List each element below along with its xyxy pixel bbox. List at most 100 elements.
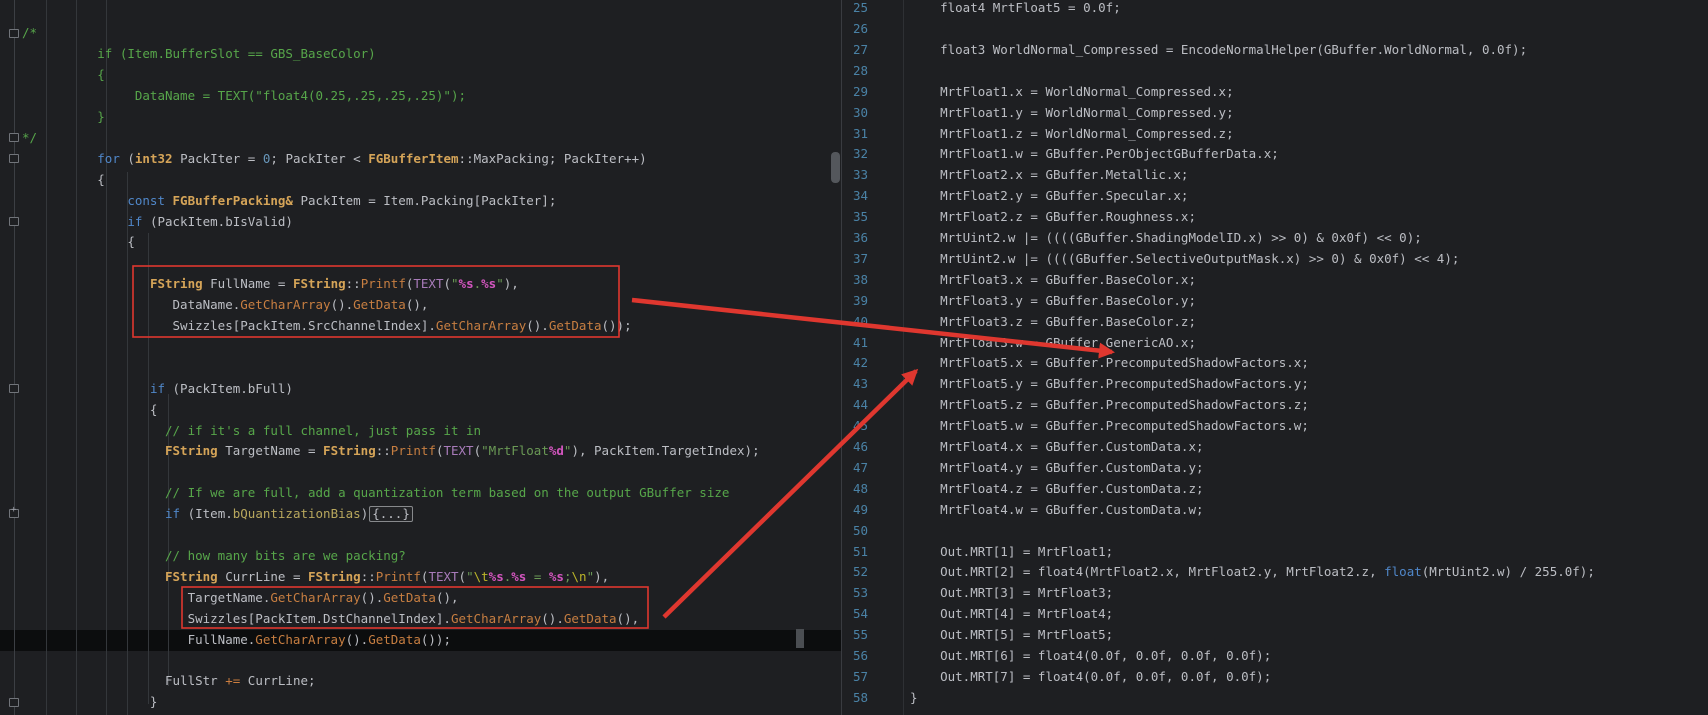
code-line[interactable]: MrtFloat1.y = WorldNormal_Compressed.y; (910, 103, 1234, 124)
line-number[interactable]: 52 (842, 562, 868, 583)
line-number[interactable]: 25 (842, 0, 868, 19)
fold-marker-expanded-icon[interactable] (9, 154, 19, 163)
code-line[interactable]: MrtFloat4.z = GBuffer.CustomData.z; (910, 479, 1204, 500)
code-line[interactable]: FString TargetName = FString::Printf(TEX… (22, 441, 760, 462)
code-line[interactable]: float4 MrtFloat5 = 0.0f; (910, 0, 1121, 19)
code-line[interactable]: Out.MRT[2] = float4(MrtFloat2.x, MrtFloa… (910, 562, 1595, 583)
code-line[interactable]: for (int32 PackIter = 0; PackIter < FGBu… (22, 149, 647, 170)
code-line[interactable]: float3 WorldNormal_Compressed = EncodeNo… (910, 40, 1527, 61)
code-line[interactable]: { (22, 170, 105, 191)
line-number[interactable]: 31 (842, 124, 868, 145)
code-line[interactable]: Swizzles[PackItem.SrcChannelIndex].GetCh… (22, 316, 632, 337)
code-line[interactable]: MrtFloat4.x = GBuffer.CustomData.x; (910, 437, 1204, 458)
left-scrollbar-thumb[interactable] (831, 152, 840, 183)
code-line[interactable]: } (22, 692, 157, 713)
fold-marker-collapsed-plus-icon[interactable]: + (9, 509, 19, 518)
code-line[interactable]: if (PackItem.bIsValid) (22, 212, 293, 233)
code-line[interactable]: MrtFloat3.y = GBuffer.BaseColor.y; (910, 291, 1196, 312)
code-line[interactable]: FullName.GetCharArray().GetData()); (22, 630, 451, 651)
line-number[interactable]: 47 (842, 458, 868, 479)
line-number[interactable]: 38 (842, 270, 868, 291)
code-line[interactable]: // how many bits are we packing? (22, 546, 406, 567)
code-line[interactable]: MrtUint2.w |= ((((GBuffer.SelectiveOutpu… (910, 249, 1459, 270)
line-number[interactable]: 49 (842, 500, 868, 521)
line-number[interactable]: 26 (842, 19, 868, 40)
line-number[interactable]: 30 (842, 103, 868, 124)
code-line[interactable]: FString CurrLine = FString::Printf(TEXT(… (22, 567, 609, 588)
code-line[interactable]: MrtFloat2.x = GBuffer.Metallic.x; (910, 165, 1188, 186)
line-number[interactable]: 50 (842, 521, 868, 542)
fold-marker-expanded-end-icon[interactable] (9, 133, 19, 142)
code-line[interactable]: MrtFloat2.y = GBuffer.Specular.x; (910, 186, 1188, 207)
code-line[interactable]: Out.MRT[5] = MrtFloat5; (910, 625, 1113, 646)
code-line[interactable]: if (PackItem.bFull) (22, 379, 293, 400)
code-line[interactable]: MrtFloat3.z = GBuffer.BaseColor.z; (910, 312, 1196, 333)
code-line[interactable]: MrtFloat5.z = GBuffer.PrecomputedShadowF… (910, 395, 1309, 416)
code-line[interactable]: DataName = TEXT("float4(0.25,.25,.25,.25… (22, 86, 466, 107)
line-number[interactable]: 43 (842, 374, 868, 395)
fold-marker-expanded-icon[interactable] (9, 29, 19, 38)
code-line[interactable]: Out.MRT[6] = float4(0.0f, 0.0f, 0.0f, 0.… (910, 646, 1271, 667)
code-line[interactable]: MrtFloat1.z = WorldNormal_Compressed.z; (910, 124, 1234, 145)
code-line[interactable]: TargetName.GetCharArray().GetData(), (22, 588, 459, 609)
code-line[interactable]: Swizzles[PackItem.DstChannelIndex].GetCh… (22, 609, 639, 630)
code-line[interactable]: Out.MRT[1] = MrtFloat1; (910, 542, 1113, 563)
code-line[interactable]: FString FullName = FString::Printf(TEXT(… (22, 274, 519, 295)
line-number[interactable]: 57 (842, 667, 868, 688)
code-line[interactable]: MrtFloat5.y = GBuffer.PrecomputedShadowF… (910, 374, 1309, 395)
line-number[interactable]: 41 (842, 333, 868, 354)
right-editor-pane[interactable]: 25 float4 MrtFloat5 = 0.0f;2627 float3 W… (841, 0, 1708, 715)
line-number[interactable]: 56 (842, 646, 868, 667)
line-number[interactable]: 46 (842, 437, 868, 458)
code-line[interactable]: { (22, 400, 157, 421)
code-line[interactable]: MrtFloat1.w = GBuffer.PerObjectGBufferDa… (910, 144, 1279, 165)
line-number[interactable]: 58 (842, 688, 868, 709)
line-number[interactable]: 54 (842, 604, 868, 625)
code-line[interactable]: if (Item.BufferSlot == GBS_BaseColor) (22, 44, 376, 65)
code-line[interactable]: } (22, 107, 105, 128)
line-number[interactable]: 39 (842, 291, 868, 312)
line-number[interactable]: 55 (842, 625, 868, 646)
code-line[interactable]: MrtFloat5.w = GBuffer.PrecomputedShadowF… (910, 416, 1309, 437)
code-line[interactable]: { (22, 232, 135, 253)
code-line[interactable]: Out.MRT[7] = float4(0.0f, 0.0f, 0.0f, 0.… (910, 667, 1271, 688)
code-line[interactable]: MrtUint2.w |= ((((GBuffer.ShadingModelID… (910, 228, 1422, 249)
code-line[interactable]: MrtFloat4.w = GBuffer.CustomData.w; (910, 500, 1204, 521)
code-line[interactable]: FullStr += CurrLine; (22, 671, 316, 692)
code-line[interactable]: if (Item.bQuantizationBias){...} (22, 504, 413, 525)
line-number[interactable]: 35 (842, 207, 868, 228)
code-line[interactable]: MrtFloat3.x = GBuffer.BaseColor.x; (910, 270, 1196, 291)
code-line[interactable]: MrtFloat3.w = GBuffer.GenericAO.x; (910, 333, 1196, 354)
line-number[interactable]: 37 (842, 249, 868, 270)
code-line[interactable]: */ (22, 128, 37, 149)
code-line[interactable]: /* (22, 23, 37, 44)
code-line[interactable]: Out.MRT[4] = MrtFloat4; (910, 604, 1113, 625)
folded-region[interactable]: {...} (369, 506, 413, 522)
left-editor-pane[interactable]: + /* if (Item.BufferSlot == GBS_BaseColor… (0, 0, 841, 715)
code-line[interactable]: MrtFloat4.y = GBuffer.CustomData.y; (910, 458, 1204, 479)
fold-marker-expanded-icon[interactable] (9, 698, 19, 707)
code-line[interactable]: } (910, 688, 918, 709)
line-number[interactable]: 53 (842, 583, 868, 604)
code-line[interactable]: MrtFloat1.x = WorldNormal_Compressed.x; (910, 82, 1234, 103)
code-line[interactable]: DataName.GetCharArray().GetData(), (22, 295, 428, 316)
line-number[interactable]: 33 (842, 165, 868, 186)
line-number[interactable]: 42 (842, 353, 868, 374)
line-number[interactable]: 32 (842, 144, 868, 165)
line-number[interactable]: 44 (842, 395, 868, 416)
fold-marker-expanded-icon[interactable] (9, 384, 19, 393)
line-number[interactable]: 48 (842, 479, 868, 500)
code-line[interactable]: const FGBufferPacking& PackItem = Item.P… (22, 191, 556, 212)
code-line[interactable]: // if it's a full channel, just pass it … (22, 421, 481, 442)
line-number[interactable]: 29 (842, 82, 868, 103)
line-number[interactable]: 34 (842, 186, 868, 207)
code-line[interactable]: // If we are full, add a quantization te… (22, 483, 729, 504)
line-number[interactable]: 45 (842, 416, 868, 437)
code-line[interactable]: { (22, 65, 105, 86)
fold-marker-expanded-icon[interactable] (9, 217, 19, 226)
code-line[interactable]: MrtFloat2.z = GBuffer.Roughness.x; (910, 207, 1196, 228)
line-number[interactable]: 40 (842, 312, 868, 333)
code-line[interactable]: MrtFloat5.x = GBuffer.PrecomputedShadowF… (910, 353, 1309, 374)
line-number[interactable]: 51 (842, 542, 868, 563)
line-number[interactable]: 28 (842, 61, 868, 82)
